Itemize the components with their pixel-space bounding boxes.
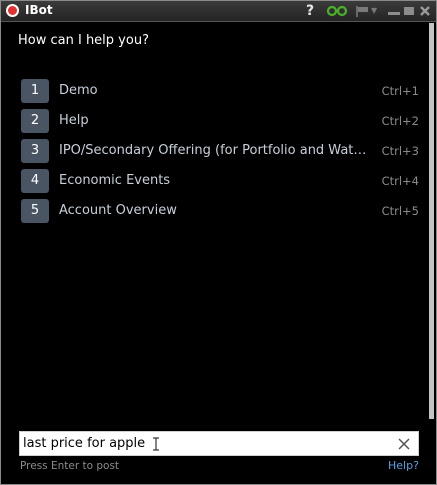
- chat-input-box[interactable]: [19, 431, 419, 456]
- option-label: Economic Events: [59, 173, 171, 188]
- option-label: Demo: [59, 83, 98, 98]
- help-icon[interactable]: ?: [306, 2, 314, 20]
- maximize-icon[interactable]: [404, 7, 414, 15]
- chat-input[interactable]: [20, 432, 393, 455]
- option-label: Account Overview: [59, 203, 177, 218]
- option-number-badge: 1: [21, 79, 49, 103]
- option-number-badge: 4: [21, 169, 49, 193]
- link-icon[interactable]: [326, 5, 348, 17]
- title-bar[interactable]: IBot ? ▼: [1, 1, 436, 22]
- option-item-help[interactable]: 2 Help Ctrl+2: [21, 109, 421, 133]
- option-number-badge: 2: [21, 109, 49, 133]
- option-item-economic-events[interactable]: 4 Economic Events Ctrl+4: [21, 169, 421, 193]
- bot-greeting: How can I help you?: [18, 33, 149, 48]
- option-item-account-overview[interactable]: 5 Account Overview Ctrl+5: [21, 199, 421, 223]
- option-shortcut: Ctrl+4: [381, 174, 419, 188]
- help-link[interactable]: Help?: [388, 459, 419, 472]
- option-shortcut: Ctrl+2: [381, 114, 419, 128]
- option-label: IPO/Secondary Offering (for Portfolio an…: [59, 143, 371, 158]
- option-number-badge: 3: [21, 139, 49, 163]
- minimize-icon[interactable]: [388, 12, 400, 15]
- option-number-badge: 5: [21, 199, 49, 223]
- ibot-app-icon: [6, 4, 19, 17]
- option-shortcut: Ctrl+5: [381, 204, 419, 218]
- text-cursor-icon: [153, 437, 159, 451]
- option-shortcut: Ctrl+3: [381, 144, 419, 158]
- ibot-window: IBot ? ▼ How can I help you? 1 Demo Ctrl…: [0, 0, 437, 485]
- clear-x-icon[interactable]: [398, 438, 410, 450]
- close-icon[interactable]: [419, 5, 431, 17]
- option-item-ipo[interactable]: 3 IPO/Secondary Offering (for Portfolio …: [21, 139, 421, 163]
- flag-icon[interactable]: [356, 6, 370, 17]
- dropdown-caret-icon[interactable]: ▼: [371, 6, 377, 16]
- option-item-demo[interactable]: 1 Demo Ctrl+1: [21, 79, 421, 103]
- scrollbar[interactable]: [429, 23, 434, 419]
- window-title: IBot: [25, 3, 53, 17]
- option-shortcut: Ctrl+1: [381, 84, 419, 98]
- post-hint: Press Enter to post: [20, 460, 120, 472]
- option-label: Help: [59, 113, 89, 128]
